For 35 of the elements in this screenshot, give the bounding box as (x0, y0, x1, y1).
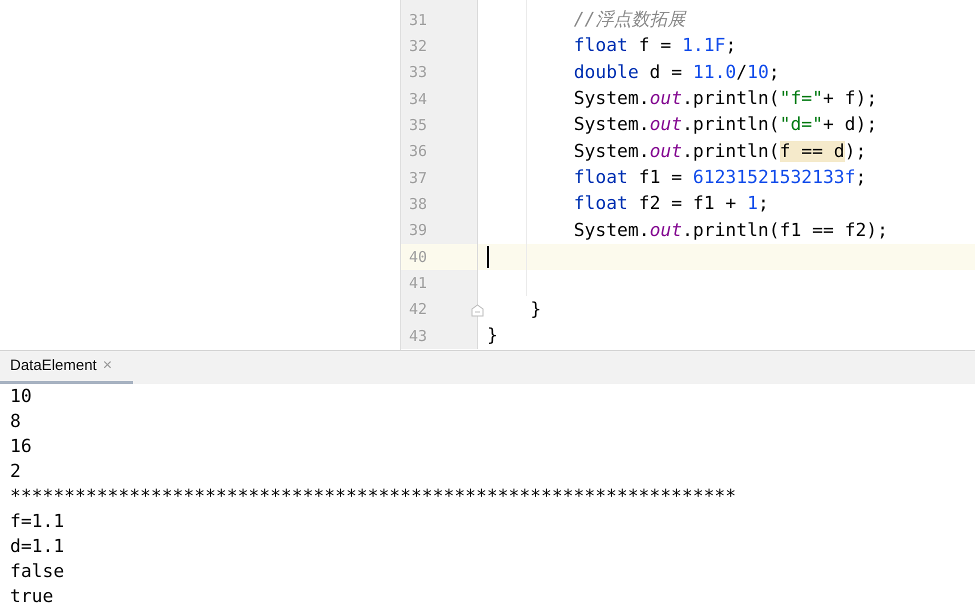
code-line: System.out.println("f="+ f); (572, 90, 878, 108)
output-line: d=1.1 (10, 535, 66, 559)
output-line: 10 (10, 385, 33, 409)
output-line: 8 (10, 410, 22, 434)
line-number: 43 (409, 328, 428, 344)
line-number: 41 (409, 276, 428, 291)
line-number: 36 (409, 144, 428, 160)
line-number: 37 (409, 170, 428, 186)
code-line: System.out.println(f1 == f2); (572, 222, 888, 240)
output-line: ******************************************************************* (10, 485, 738, 509)
line-number: 31 (409, 12, 428, 28)
code-line: } (529, 300, 542, 319)
output-line: true (10, 585, 54, 609)
line-number: 38 (409, 196, 428, 212)
code-line: float f = 1.1F; (572, 37, 736, 56)
text-cursor (487, 246, 489, 268)
code-editor[interactable] (400, 0, 975, 350)
code-line: System.out.println(f == d); (572, 142, 866, 161)
code-line: float f2 = f1 + 1; (572, 195, 769, 214)
line-number: 40 (409, 250, 428, 265)
code-line: double d = 11.0/10; (572, 64, 780, 82)
code-line: //浮点数拓展 (572, 11, 686, 30)
line-number: 35 (409, 118, 428, 133)
output-line: f=1.1 (10, 510, 66, 534)
line-number: 34 (409, 92, 428, 107)
line-number: 42 (409, 302, 428, 318)
output-line: false (10, 560, 66, 584)
output-line: 16 (10, 435, 33, 459)
code-line: } (487, 327, 498, 346)
code-line: float f1 = 61231521532133f; (572, 169, 866, 188)
output-line: 2 (10, 460, 22, 484)
line-number: 33 (409, 65, 428, 80)
line-number: 32 (409, 38, 428, 54)
code-line: System.out.println("d="+ d); (572, 116, 878, 134)
line-number: 39 (409, 223, 428, 238)
